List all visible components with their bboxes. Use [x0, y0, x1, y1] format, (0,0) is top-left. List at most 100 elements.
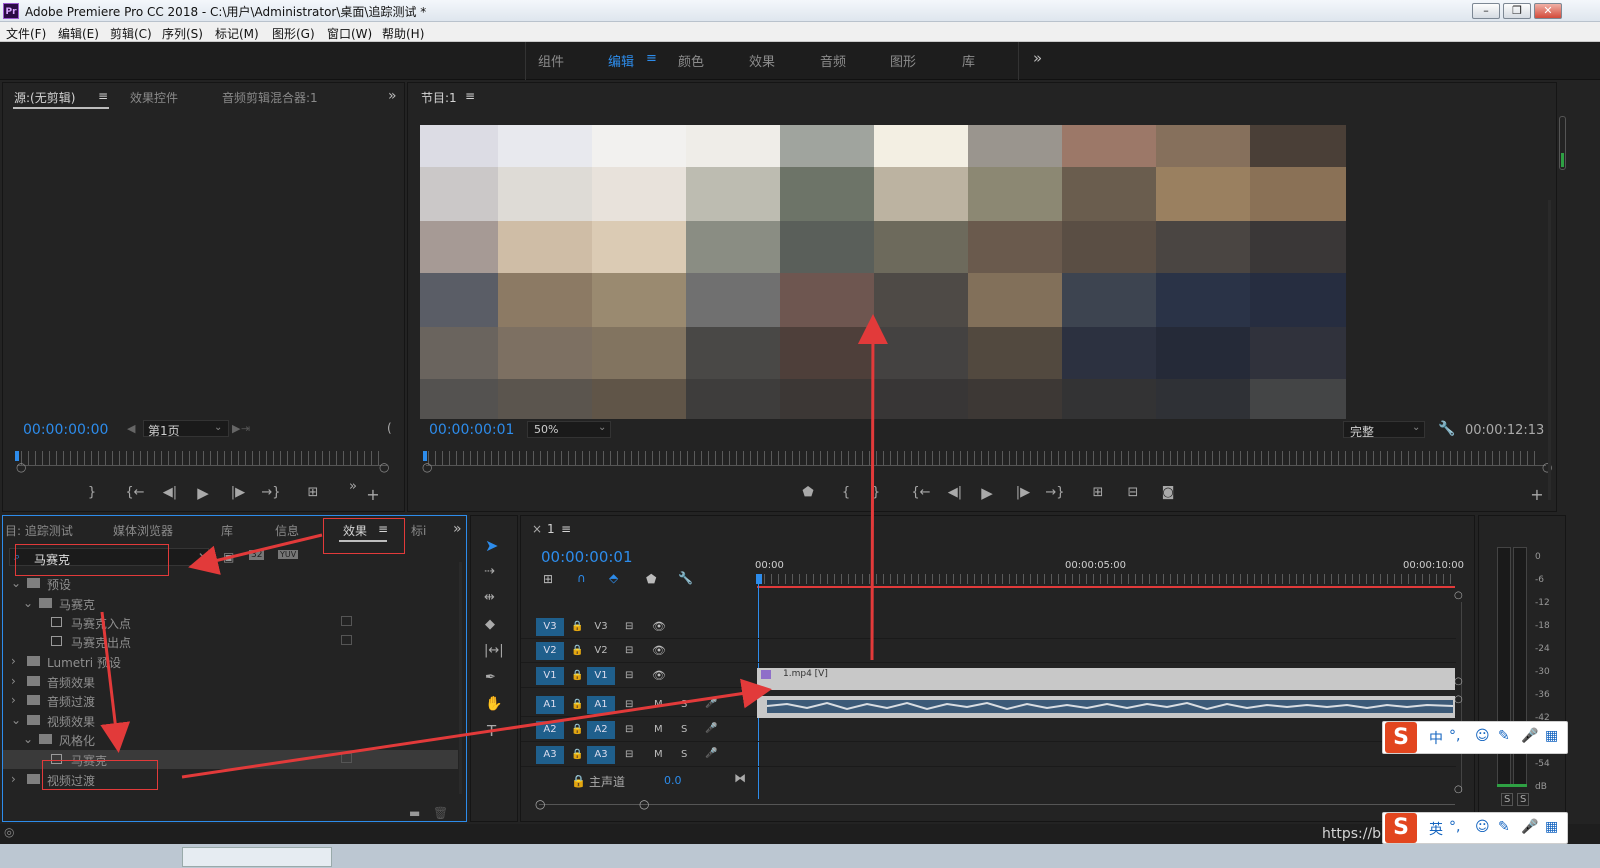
go-to-in-icon[interactable]: {← — [125, 485, 145, 500]
menu-file[interactable]: 文件(F) — [6, 25, 46, 42]
sync-lock-icon[interactable]: ⊟ — [625, 670, 633, 681]
eye-icon[interactable]: 👁 — [652, 620, 666, 633]
play-icon[interactable]: ▶ — [977, 484, 997, 502]
zoom-start-handle[interactable]: ○ — [16, 460, 26, 474]
zoom-select[interactable]: 50% ⌄ — [527, 421, 611, 438]
workspace-tab-audio[interactable]: 音频 — [820, 51, 846, 70]
lift-icon[interactable]: ⊞ — [1088, 485, 1108, 500]
timeline-playhead[interactable] — [756, 574, 762, 584]
menu-graphics[interactable]: 图形(G) — [272, 25, 315, 42]
workspace-tab-assembly[interactable]: 组件 — [538, 51, 564, 70]
type-tool-icon[interactable]: T — [487, 722, 496, 740]
effects-tree-item[interactable]: ⌄ 马赛克 — [3, 594, 458, 613]
ime-voice-icon[interactable]: 🎤 — [1521, 728, 1538, 744]
go-to-out-icon[interactable]: →} — [261, 485, 281, 500]
delete-icon[interactable]: 🗑 — [433, 806, 448, 820]
timeline-timecode[interactable]: 00:00:00:01 — [541, 548, 633, 566]
zoom-start-handle[interactable]: ○ — [535, 797, 545, 811]
ime-toolbar[interactable]: S 中 °, ☺ ✎ 🎤 ▦ — [1382, 721, 1568, 754]
panel-menu-icon[interactable]: ≡ — [561, 522, 571, 536]
track-lock-icon[interactable]: 🔒 — [571, 749, 583, 760]
mute-track-button[interactable]: M — [654, 699, 663, 710]
workspace-tab-editing[interactable]: 编辑 — [608, 51, 634, 70]
eye-icon[interactable]: 👁 — [652, 669, 666, 682]
insert-sequence-icon[interactable]: ⊞ — [543, 572, 553, 586]
new-bin-icon[interactable]: ▬ — [409, 806, 420, 820]
ime-emoji-icon[interactable]: ☺ — [1475, 728, 1490, 744]
track-lock-icon[interactable]: 🔒 — [571, 724, 583, 735]
chevron-down-icon[interactable]: ⌄ — [11, 713, 21, 727]
more-panels-icon[interactable]: » — [388, 88, 397, 104]
step-forward-icon[interactable]: |▶ — [1013, 485, 1033, 500]
scroll-handle[interactable]: ○ — [1454, 590, 1463, 601]
track-lock-icon[interactable]: 🔒 — [571, 670, 583, 681]
effects-tree-item[interactable]: ⌄ 预设 — [3, 574, 458, 593]
razor-tool-icon[interactable]: ◆ — [485, 617, 495, 632]
effects-tree-item[interactable]: 马赛克出点 — [3, 632, 458, 651]
menu-edit[interactable]: 编辑(E) — [58, 25, 99, 42]
mute-track-button[interactable]: M — [654, 749, 663, 760]
track-select-tool-icon[interactable]: ⇢ — [484, 564, 495, 579]
track-target[interactable]: V3 — [587, 618, 615, 636]
next-page-icon[interactable]: ▶ — [232, 422, 240, 435]
go-to-out-icon[interactable]: →} — [1045, 485, 1065, 500]
panel-scrollbar[interactable] — [1548, 200, 1551, 500]
chevron-down-icon[interactable]: ⌄ — [23, 596, 33, 610]
chevron-down-icon[interactable]: ⌄ — [11, 576, 21, 590]
microphone-icon[interactable]: 🎤 — [705, 748, 717, 759]
selection-tool-icon[interactable]: ➤ — [485, 536, 498, 555]
close-button[interactable]: ✕ — [1534, 3, 1562, 19]
add-marker-icon[interactable]: ⬟ — [798, 485, 818, 500]
track-source-patch[interactable]: V3 — [536, 618, 564, 636]
yuv-effects-icon[interactable]: YUV — [278, 550, 299, 559]
ime-handwrite-icon[interactable]: ✎ — [1498, 819, 1510, 835]
sync-lock-icon[interactable]: ⊟ — [625, 645, 633, 656]
ime-toolbox-icon[interactable]: ▦ — [1545, 819, 1558, 835]
quality-select[interactable]: 完整 ⌄ — [1343, 421, 1425, 439]
tab-project[interactable]: 目: 追踪测试 — [5, 522, 73, 539]
sync-lock-icon[interactable]: ⊟ — [625, 699, 633, 710]
ime-punct-toggle[interactable]: °, — [1449, 819, 1460, 835]
add-button-icon[interactable]: + — [363, 485, 383, 504]
clear-search-icon[interactable]: ✕ — [198, 550, 208, 564]
chevron-down-icon[interactable]: ⌄ — [23, 732, 33, 746]
effects-tree-item[interactable]: › 音频过渡 — [3, 691, 458, 710]
master-volume-value[interactable]: 0.0 — [664, 774, 682, 787]
minimize-button[interactable]: – — [1472, 3, 1500, 19]
menu-marker[interactable]: 标记(M) — [215, 25, 259, 42]
ime-handwrite-icon[interactable]: ✎ — [1498, 728, 1510, 744]
track-target[interactable]: A1 — [587, 696, 615, 714]
add-marker-icon[interactable]: ⬟ — [646, 572, 656, 586]
workspace-tab-effects[interactable]: 效果 — [749, 51, 775, 70]
menu-clip[interactable]: 剪辑(C) — [110, 25, 152, 42]
menu-sequence[interactable]: 序列(S) — [162, 25, 203, 42]
step-back-icon[interactable]: ◀| — [160, 485, 180, 500]
track-source-patch[interactable]: V1 — [536, 667, 564, 685]
solo-right-button[interactable]: S — [1517, 793, 1530, 806]
panel-menu-icon[interactable]: ≡ — [98, 89, 108, 103]
32bit-effects-icon[interactable]: 32 — [249, 550, 265, 560]
more-panels-icon[interactable]: » — [453, 521, 462, 537]
panel-menu-icon[interactable]: ≡ — [465, 89, 475, 103]
fit-icon[interactable]: ⇥ — [241, 422, 250, 435]
tab-libraries[interactable]: 库 — [221, 522, 233, 539]
source-timecode[interactable]: 00:00:00:00 — [23, 422, 108, 438]
chevron-right-icon[interactable]: › — [11, 772, 16, 786]
sync-lock-icon[interactable]: ⊟ — [625, 724, 633, 735]
scroll-handle[interactable]: ○ — [1454, 784, 1463, 795]
ime-english-toggle[interactable]: 英 — [1429, 819, 1443, 839]
workspace-menu-icon[interactable]: ≡ — [646, 51, 657, 66]
effects-tree-item[interactable]: 马赛克入点 — [3, 613, 458, 632]
taskbar-premiere-button[interactable] — [182, 847, 332, 867]
timeline-settings-icon[interactable]: 🔧 — [678, 571, 693, 585]
export-frame-icon[interactable]: ◙ — [1158, 485, 1178, 500]
sync-lock-icon[interactable]: ⊟ — [625, 621, 633, 632]
track-lock-icon[interactable]: 🔒 — [571, 645, 583, 656]
ime-punct-toggle[interactable]: °, — [1449, 728, 1460, 744]
insert-icon[interactable]: ⊞ — [303, 485, 323, 500]
ime-voice-icon[interactable]: 🎤 — [1521, 819, 1538, 835]
chevron-right-icon[interactable]: › — [11, 654, 16, 668]
solo-left-button[interactable]: S — [1501, 793, 1514, 806]
step-forward-icon[interactable]: |▶ — [228, 485, 248, 500]
eye-icon[interactable]: 👁 — [652, 644, 666, 657]
